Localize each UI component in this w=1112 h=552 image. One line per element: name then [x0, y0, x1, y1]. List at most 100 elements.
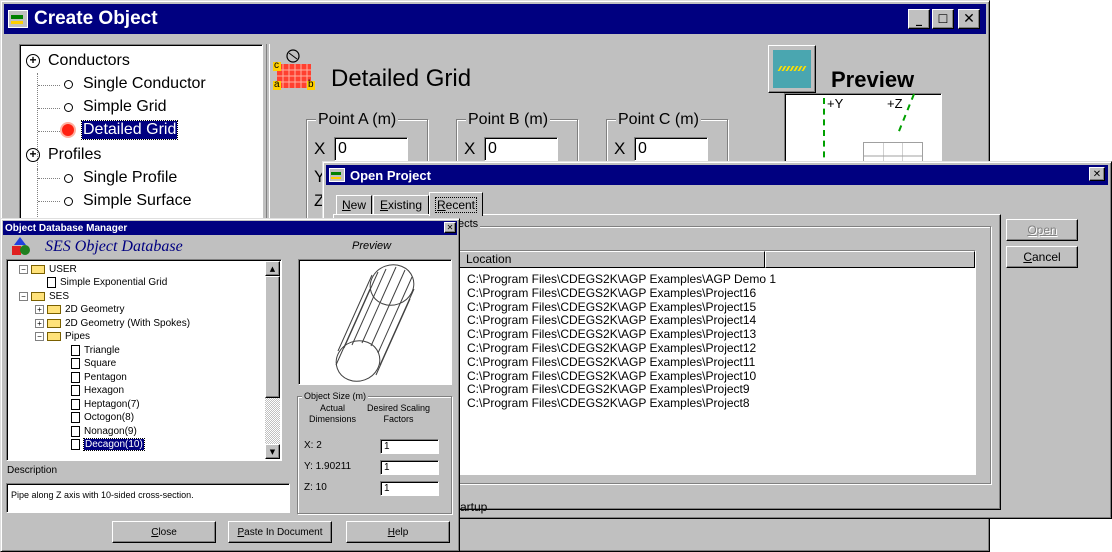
point-b-x-input[interactable]: 0	[484, 137, 558, 161]
minimize-button[interactable]: _	[908, 9, 930, 29]
point-b-label: Point B (m)	[466, 111, 551, 129]
open-project-titlebar[interactable]: Open Project ✕	[326, 165, 1108, 185]
document-icon	[71, 358, 80, 369]
tree-item-simple-grid[interactable]: Simple Grid	[64, 98, 167, 116]
folder-icon	[47, 305, 61, 314]
point-c-x-label: X	[614, 139, 626, 158]
point-a-x-label: X	[314, 139, 326, 158]
radio-icon	[64, 196, 73, 206]
list-item[interactable]: C:\Program Files\CDEGS2K\AGP Examples\Pr…	[467, 327, 756, 341]
create-object-titlebar[interactable]: Create Object _ ☐ ✕	[4, 4, 986, 34]
collapse-icon[interactable]: −	[19, 264, 28, 274]
object-tree[interactable]: − USER Simple Exponential Grid − SES +2D Geom…	[6, 259, 282, 461]
scroll-down-icon[interactable]: ▼	[265, 444, 280, 459]
point-a-x-input[interactable]: 0	[334, 137, 408, 161]
scale-x-input[interactable]: 1	[380, 439, 439, 454]
list-item[interactable]: C:\Program Files\CDEGS2K\AGP Examples\Pr…	[467, 355, 755, 369]
tree-group-conductors[interactable]: + Conductors	[26, 52, 130, 70]
tree-item-single-profile[interactable]: Single Profile	[64, 169, 177, 187]
list-item[interactable]: C:\Program Files\CDEGS2K\AGP Examples\Pr…	[467, 382, 750, 396]
db-close-button[interactable]: Close	[112, 521, 216, 543]
location-column-header[interactable]: Location	[459, 251, 765, 268]
object-db-titlebar[interactable]: Object Database Manager ✕	[3, 221, 457, 235]
document-icon	[71, 371, 80, 383]
folder-icon	[47, 332, 61, 341]
tree-item[interactable]: Triangle	[71, 344, 120, 356]
preview-toggle-button[interactable]	[768, 45, 816, 93]
tree-item[interactable]: Square	[71, 358, 116, 370]
tree-item-single-conductor[interactable]: Single Conductor	[64, 75, 206, 93]
radio-icon	[64, 173, 73, 183]
list-item[interactable]: C:\Program Files\CDEGS2K\AGP Examples\Pr…	[467, 341, 756, 355]
paste-in-document-button[interactable]: Paste In Document	[228, 521, 332, 543]
list-item[interactable]: C:\Program Files\CDEGS2K\AGP Examples\Pr…	[467, 300, 756, 314]
tree-item[interactable]: +2D Geometry (With Spokes)	[35, 317, 190, 329]
list-item[interactable]: C:\Program Files\CDEGS2K\AGP Examples\Pr…	[467, 396, 750, 410]
scaling-factors-label: Desired Scaling Factors	[367, 403, 431, 424]
point-c-x-input[interactable]: 0	[634, 137, 708, 161]
document-icon	[71, 439, 80, 450]
expand-icon[interactable]: +	[26, 54, 40, 68]
scroll-up-icon[interactable]: ▲	[265, 261, 280, 276]
document-icon	[71, 385, 80, 396]
folder-icon	[31, 264, 45, 274]
tab-recent[interactable]: Recent	[429, 192, 483, 216]
scale-y-input[interactable]: 1	[380, 460, 439, 475]
tree-item[interactable]: Heptagon(7)	[71, 398, 140, 410]
tree-item[interactable]: +2D Geometry	[35, 304, 124, 316]
extra-column-header[interactable]	[765, 251, 975, 268]
cylinder-preview	[335, 264, 415, 382]
actual-dimensions-label: Actual Dimensions	[309, 403, 357, 424]
tree-item[interactable]: Hexagon	[71, 385, 124, 397]
open-button[interactable]: Open	[1006, 219, 1078, 241]
document-icon	[71, 412, 80, 423]
app-icon	[329, 168, 345, 182]
scale-z-input[interactable]: 1	[380, 481, 439, 496]
folder-icon	[47, 318, 61, 328]
tree-item[interactable]: Simple Exponential Grid	[47, 277, 167, 289]
startup-option-label: artup	[460, 500, 488, 514]
db-preview-canvas	[298, 259, 452, 385]
tab-new[interactable]: New	[336, 195, 372, 215]
expand-icon[interactable]: +	[35, 318, 44, 328]
list-item[interactable]: C:\Program Files\CDEGS2K\AGP Examples\Pr…	[467, 369, 756, 383]
description-label: Description	[7, 465, 58, 476]
dim-z-label: Z: 10	[304, 482, 327, 493]
object-heading: Detailed Grid	[331, 65, 472, 92]
splitter[interactable]	[266, 44, 270, 244]
radio-icon	[64, 102, 73, 112]
document-icon	[71, 398, 80, 410]
cancel-button[interactable]: Cancel	[1006, 246, 1078, 268]
list-item[interactable]: C:\Program Files\CDEGS2K\AGP Examples\AG…	[467, 272, 776, 286]
tree-item[interactable]: Octogon(8)	[71, 412, 134, 424]
tree-item[interactable]: Nonagon(9)	[71, 425, 137, 437]
list-item[interactable]: C:\Program Files\CDEGS2K\AGP Examples\Pr…	[467, 313, 756, 327]
description-box: Pipe along Z axis with 10-sided cross-se…	[6, 483, 290, 513]
close-button[interactable]: ✕	[958, 9, 980, 29]
object-type-tree[interactable]: + Conductors Single Conductor Simple Gri…	[19, 44, 263, 244]
preview-label: Preview	[831, 67, 915, 92]
scroll-thumb[interactable]	[265, 276, 280, 398]
tree-item-detailed-grid[interactable]: Detailed Grid	[62, 120, 179, 140]
cancel-rest: ancel	[1031, 250, 1061, 264]
tree-item[interactable]: Pentagon	[71, 371, 127, 383]
tree-item[interactable]: − SES	[19, 290, 69, 302]
close-button[interactable]: ✕	[1089, 167, 1105, 181]
tree-item[interactable]: Decagon(10)	[71, 438, 145, 451]
grid-icon: c a b	[273, 49, 315, 95]
point-c-label: Point C (m)	[616, 111, 701, 129]
tab-existing[interactable]: Existing	[373, 195, 429, 215]
close-button[interactable]: ✕	[444, 222, 456, 233]
expand-icon[interactable]: +	[26, 148, 40, 162]
maximize-button[interactable]: ☐	[932, 9, 954, 29]
expand-icon[interactable]: +	[35, 305, 44, 314]
tree-item[interactable]: − USER	[19, 263, 77, 275]
tree-item[interactable]: − Pipes	[35, 331, 90, 343]
collapse-icon[interactable]: −	[19, 291, 28, 301]
db-help-button[interactable]: Help	[346, 521, 450, 543]
tree-item-simple-surface[interactable]: Simple Surface	[64, 192, 192, 210]
collapse-icon[interactable]: −	[35, 332, 44, 341]
tree-scrollbar[interactable]: ▲ ▼	[265, 261, 280, 459]
tree-group-profiles[interactable]: + Profiles	[26, 146, 101, 164]
list-item[interactable]: C:\Program Files\CDEGS2K\AGP Examples\Pr…	[467, 286, 756, 300]
